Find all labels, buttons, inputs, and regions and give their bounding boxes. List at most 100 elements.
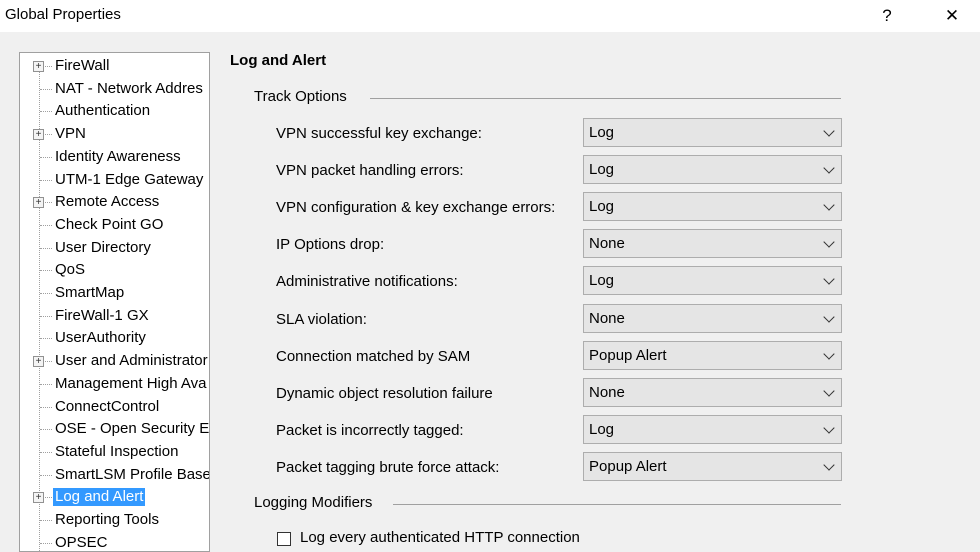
tree-item[interactable]: FireWall-1 GX [20, 305, 209, 327]
track-option-select[interactable]: None [583, 303, 842, 333]
selected-value: None [589, 235, 625, 253]
tree-item-label: Check Point GO [55, 215, 164, 233]
tree-connector [40, 451, 52, 453]
tree-connector [40, 429, 52, 431]
chevron-down-icon [823, 162, 835, 174]
tree-connector [40, 406, 52, 408]
tree-item[interactable]: Identity Awareness [20, 146, 209, 168]
tree-item[interactable]: QoS [20, 259, 209, 281]
tree-connector [40, 383, 52, 385]
tree-item-label: User and Administrator [55, 352, 208, 370]
tree-item[interactable]: UTM-1 Edge Gateway [20, 169, 209, 191]
tree-item[interactable]: OSE - Open Security E [20, 418, 210, 440]
track-option-select[interactable]: Log [583, 414, 842, 444]
tree-item[interactable]: Management High Ava [20, 373, 209, 395]
track-option-label: Packet is incorrectly tagged: [276, 421, 464, 439]
chevron-down-icon [823, 310, 835, 323]
tree-item[interactable]: OPSEC [20, 532, 209, 551]
expand-icon[interactable]: + [33, 492, 44, 504]
tree-item[interactable]: SmartLSM Profile Base [20, 464, 210, 486]
log-http-connection-label[interactable]: Log every authenticated HTTP connection [300, 529, 580, 546]
tree-item-label: SmartLSM Profile Base [55, 465, 210, 483]
chevron-down-icon [823, 422, 835, 434]
help-button[interactable]: ? [867, 2, 907, 30]
track-option-label: VPN configuration & key exchange errors: [276, 199, 556, 217]
logging-modifiers-group-label: Logging Modifiers [254, 494, 373, 511]
category-tree[interactable]: + FireWall NAT - Network Addres Authenticat… [19, 52, 210, 552]
tree-connector [40, 542, 52, 544]
tree-item-label: Stateful Inspection [55, 442, 179, 460]
tree-item-label: Reporting Tools [55, 511, 159, 528]
chevron-down-icon [823, 347, 835, 360]
tree-connector [40, 474, 52, 476]
track-option-select[interactable]: Log [583, 155, 842, 185]
title-bar: Global Properties ? ✕ [0, 0, 980, 32]
selected-value: Popup Alert [589, 346, 667, 364]
tree-item-label: NAT - Network Addres [55, 79, 203, 97]
track-option-label: SLA violation: [276, 310, 367, 328]
tree-item-label: Identity Awareness [55, 147, 181, 165]
close-button[interactable]: ✕ [932, 2, 972, 30]
chevron-down-icon [823, 236, 835, 248]
tree-item[interactable]: + VPN [20, 123, 209, 145]
tree-item[interactable]: Authentication [20, 100, 209, 122]
track-option-select[interactable]: None [583, 229, 842, 259]
tree-connector [40, 156, 52, 158]
track-option-label: Packet tagging brute force attack: [276, 458, 500, 476]
selected-value: None [589, 383, 625, 401]
log-http-connection-checkbox[interactable] [277, 532, 291, 546]
chevron-down-icon [823, 385, 835, 397]
divider [370, 98, 841, 99]
tree-item-label: Management High Ava [55, 374, 207, 392]
track-options-group-label: Track Options [254, 88, 347, 105]
tree-item-label: Authentication [55, 102, 151, 120]
tree-item[interactable]: + Remote Access [20, 191, 209, 213]
tree-item[interactable]: UserAuthority [20, 327, 209, 349]
expand-icon[interactable]: + [33, 197, 44, 209]
tree-item-label: SmartMap [55, 284, 125, 301]
tree-item-label: Remote Access [55, 193, 160, 211]
chevron-down-icon [823, 199, 835, 211]
tree-item[interactable]: NAT - Network Addres [20, 78, 209, 100]
expand-icon[interactable]: + [33, 61, 44, 72]
tree-item[interactable]: Stateful Inspection [20, 441, 209, 463]
tree-item-label: OSE - Open Security E [55, 420, 210, 438]
tree-item[interactable]: + User and Administrator [20, 350, 209, 372]
tree-item-label: UTM-1 Edge Gateway [55, 170, 204, 188]
track-option-select[interactable]: Popup Alert [583, 340, 842, 370]
tree-item-label: ConnectControl [55, 397, 160, 415]
tree-item-label: OPSEC [55, 533, 108, 551]
selected-value: Log [589, 198, 615, 216]
selected-value: Log [589, 124, 615, 141]
expand-icon[interactable]: + [33, 356, 44, 368]
tree-item-label: QoS [55, 261, 86, 279]
track-option-label: IP Options drop: [276, 236, 385, 254]
tree-item[interactable]: Check Point GO [20, 214, 209, 236]
selected-value: Log [589, 161, 615, 179]
selected-value: Popup Alert [589, 457, 667, 475]
window-title: Global Properties [5, 6, 121, 23]
tree-item[interactable]: User Directory [20, 237, 209, 259]
tree-connector [40, 338, 52, 340]
tree-item-label: Log and Alert [53, 488, 146, 507]
track-option-label: Administrative notifications: [276, 273, 458, 291]
track-option-select[interactable]: None [583, 377, 842, 407]
tree-item[interactable]: + Log and Alert [20, 486, 209, 508]
tree-item[interactable]: + FireWall [20, 55, 209, 77]
chevron-down-icon [823, 125, 835, 137]
divider [393, 504, 841, 505]
track-option-label: VPN packet handling errors: [276, 162, 464, 180]
track-option-select[interactable]: Log [583, 192, 842, 222]
tree-item-label: FireWall-1 GX [55, 306, 149, 324]
track-option-select[interactable]: Log [583, 266, 842, 296]
expand-icon[interactable]: + [33, 129, 44, 141]
tree-item[interactable]: SmartMap [20, 282, 209, 304]
tree-connector [40, 270, 52, 272]
chevron-down-icon [823, 459, 835, 471]
tree-connector [40, 111, 52, 113]
tree-item[interactable]: ConnectControl [20, 396, 209, 418]
tree-connector [40, 520, 52, 521]
track-option-select[interactable]: Popup Alert [583, 451, 842, 481]
track-option-select[interactable]: Log [583, 118, 842, 147]
tree-item[interactable]: Reporting Tools [20, 509, 209, 531]
